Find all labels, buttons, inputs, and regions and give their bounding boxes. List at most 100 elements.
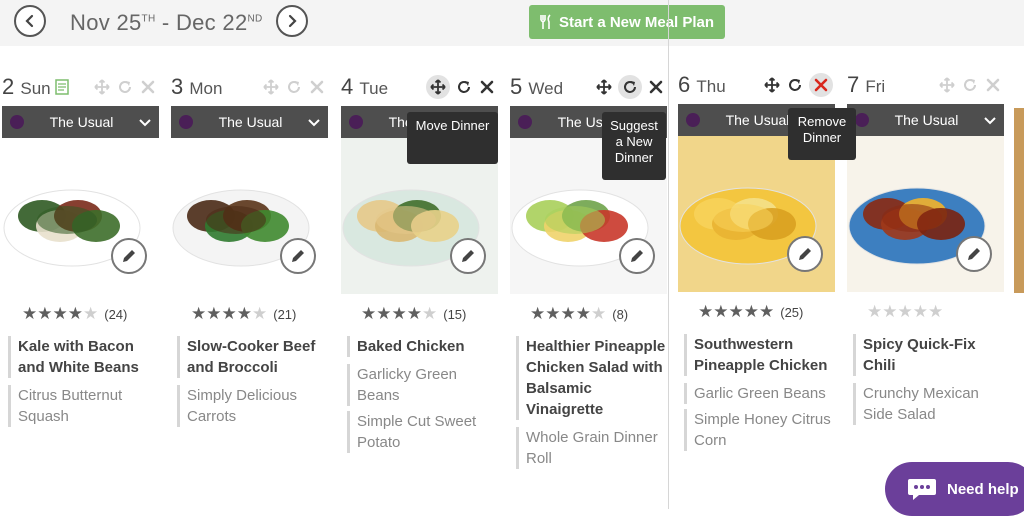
move-dinner-tooltip-text: Move Dinner (415, 118, 490, 133)
recipe-photo[interactable] (2, 138, 159, 294)
edit-recipe-button[interactable] (619, 238, 655, 274)
main-dish-link[interactable]: Healthier Pineapple Chicken Salad with B… (516, 336, 666, 420)
side-dish-link[interactable]: Simple Cut Sweet Potato (347, 411, 497, 453)
new-plan-label: Start a New Meal Plan (559, 13, 715, 31)
chevron-down-icon (139, 114, 151, 130)
suggest-dinner-button[interactable] (961, 76, 979, 94)
dinner-items: Healthier Pineapple Chicken Salad with B… (516, 336, 666, 474)
move-dinner-button[interactable] (938, 76, 956, 94)
edit-recipe-button[interactable] (280, 238, 316, 274)
star-icon: ★ (361, 304, 377, 323)
day-number: 2 (2, 74, 15, 99)
main-dish-link[interactable]: Baked Chicken (347, 336, 497, 357)
start-suffix: TH (141, 13, 156, 25)
date-range: Nov 25TH - Dec 22ND (70, 10, 263, 36)
side-dish-link[interactable]: Whole Grain Dinner Roll (516, 427, 666, 469)
suggest-dinner-button[interactable] (116, 78, 134, 96)
need-help-button[interactable]: Need help (885, 462, 1024, 516)
edit-recipe-button[interactable] (111, 238, 147, 274)
edit-recipe-button[interactable] (787, 236, 823, 272)
recipe-photo[interactable] (847, 136, 1004, 292)
star-icon: ★ (37, 304, 53, 323)
close-icon (310, 80, 324, 94)
day-actions (595, 75, 665, 99)
notes-icon[interactable] (51, 74, 69, 99)
remove-dinner-button[interactable] (308, 78, 326, 96)
close-icon (986, 78, 1000, 92)
day-actions (426, 75, 496, 99)
previous-range-button[interactable] (14, 5, 46, 37)
move-dinner-button[interactable] (763, 76, 781, 94)
main-dish-link[interactable]: Southwestern Pineapple Chicken (684, 334, 834, 376)
meal-plan-select[interactable]: The Usual (2, 106, 159, 138)
side-dish-link[interactable]: Simply Delicious Carrots (177, 385, 327, 427)
day-header: 7 Fri (847, 72, 1004, 102)
remove-dinner-button[interactable] (984, 76, 1002, 94)
pencil-icon (968, 248, 980, 260)
side-dish-link[interactable]: Crunchy Mexican Side Salad (853, 383, 1003, 425)
side-dish-link[interactable]: Garlic Green Beans (684, 383, 834, 404)
rating-count: (15) (443, 306, 467, 322)
day-header: 4 Tue (341, 74, 498, 104)
move-dinner-button[interactable] (595, 78, 613, 96)
move-dinner-button[interactable] (426, 75, 450, 99)
side-dish-link[interactable]: Garlicky Green Beans (347, 364, 497, 406)
remove-dinner-button[interactable] (478, 78, 496, 96)
meal-plan-select[interactable]: The Usual (847, 104, 1004, 136)
next-day-card-edge (1014, 108, 1024, 293)
star-icon: ★ (743, 302, 759, 321)
edit-recipe-button[interactable] (450, 238, 486, 274)
pencil-icon (462, 250, 474, 262)
remove-dinner-tooltip-text: Remove Dinner (797, 114, 847, 145)
day-number: 7 (847, 72, 860, 97)
next-range-button[interactable] (276, 5, 308, 37)
star-icon: ★ (206, 304, 222, 323)
move-dinner-button[interactable] (93, 78, 111, 96)
end-suffix: ND (247, 13, 263, 25)
main-dish-link[interactable]: Slow-Cooker Beef and Broccoli (177, 336, 327, 378)
star-icon: ★ (912, 302, 928, 321)
day-column: 7 Fri The Usual ★★★★★ Spicy Quick-Fix Chili… (847, 72, 1004, 502)
star-icon: ★ (728, 302, 744, 321)
star-icon: ★ (698, 302, 714, 321)
suggest-dinner-button[interactable] (285, 78, 303, 96)
day-date: 4 Tue (341, 74, 388, 100)
day-date: 3 Mon (171, 74, 222, 100)
suggest-dinner-button[interactable] (455, 78, 473, 96)
suggest-dinner-button[interactable] (786, 76, 804, 94)
remove-dinner-button[interactable] (139, 78, 157, 96)
dinner-items: Slow-Cooker Beef and Broccoli Simply Deli… (177, 336, 327, 432)
rating-count: (8) (612, 306, 629, 322)
close-icon (141, 80, 155, 94)
refresh-icon (119, 81, 131, 93)
meal-plan-select[interactable]: The Usual (171, 106, 328, 138)
star-icon: ★ (422, 304, 438, 323)
suggest-dinner-button[interactable] (618, 75, 642, 99)
range-separator: - (161, 10, 170, 35)
star-icon: ★ (882, 302, 898, 321)
star-icon: ★ (52, 304, 68, 323)
plan-name: The Usual (49, 114, 114, 130)
side-dish-link[interactable]: Citrus Butternut Squash (8, 385, 158, 427)
start-day: 25 (116, 10, 142, 35)
main-dish-link[interactable]: Kale with Bacon and White Beans (8, 336, 158, 378)
chevron-down-icon (984, 112, 996, 128)
start-new-meal-plan-button[interactable]: Start a New Meal Plan (529, 5, 725, 39)
star-icon: ★ (591, 304, 607, 323)
day-name: Thu (696, 77, 726, 96)
plan-color-dot (10, 115, 24, 129)
day-name: Mon (189, 79, 223, 98)
rating-count: (21) (273, 306, 297, 322)
suggest-dinner-tooltip-text: Suggest a New Dinner (610, 118, 658, 165)
remove-dinner-button[interactable] (809, 73, 833, 97)
star-icon: ★ (713, 302, 729, 321)
edit-recipe-button[interactable] (956, 236, 992, 272)
star-icon: ★ (406, 304, 422, 323)
day-actions (93, 78, 157, 96)
star-icon: ★ (376, 304, 392, 323)
move-dinner-button[interactable] (262, 78, 280, 96)
recipe-photo[interactable] (171, 138, 328, 294)
main-dish-link[interactable]: Spicy Quick-Fix Chili (853, 334, 1003, 376)
remove-dinner-button[interactable] (647, 78, 665, 96)
side-dish-link[interactable]: Simple Honey Citrus Corn (684, 409, 834, 451)
